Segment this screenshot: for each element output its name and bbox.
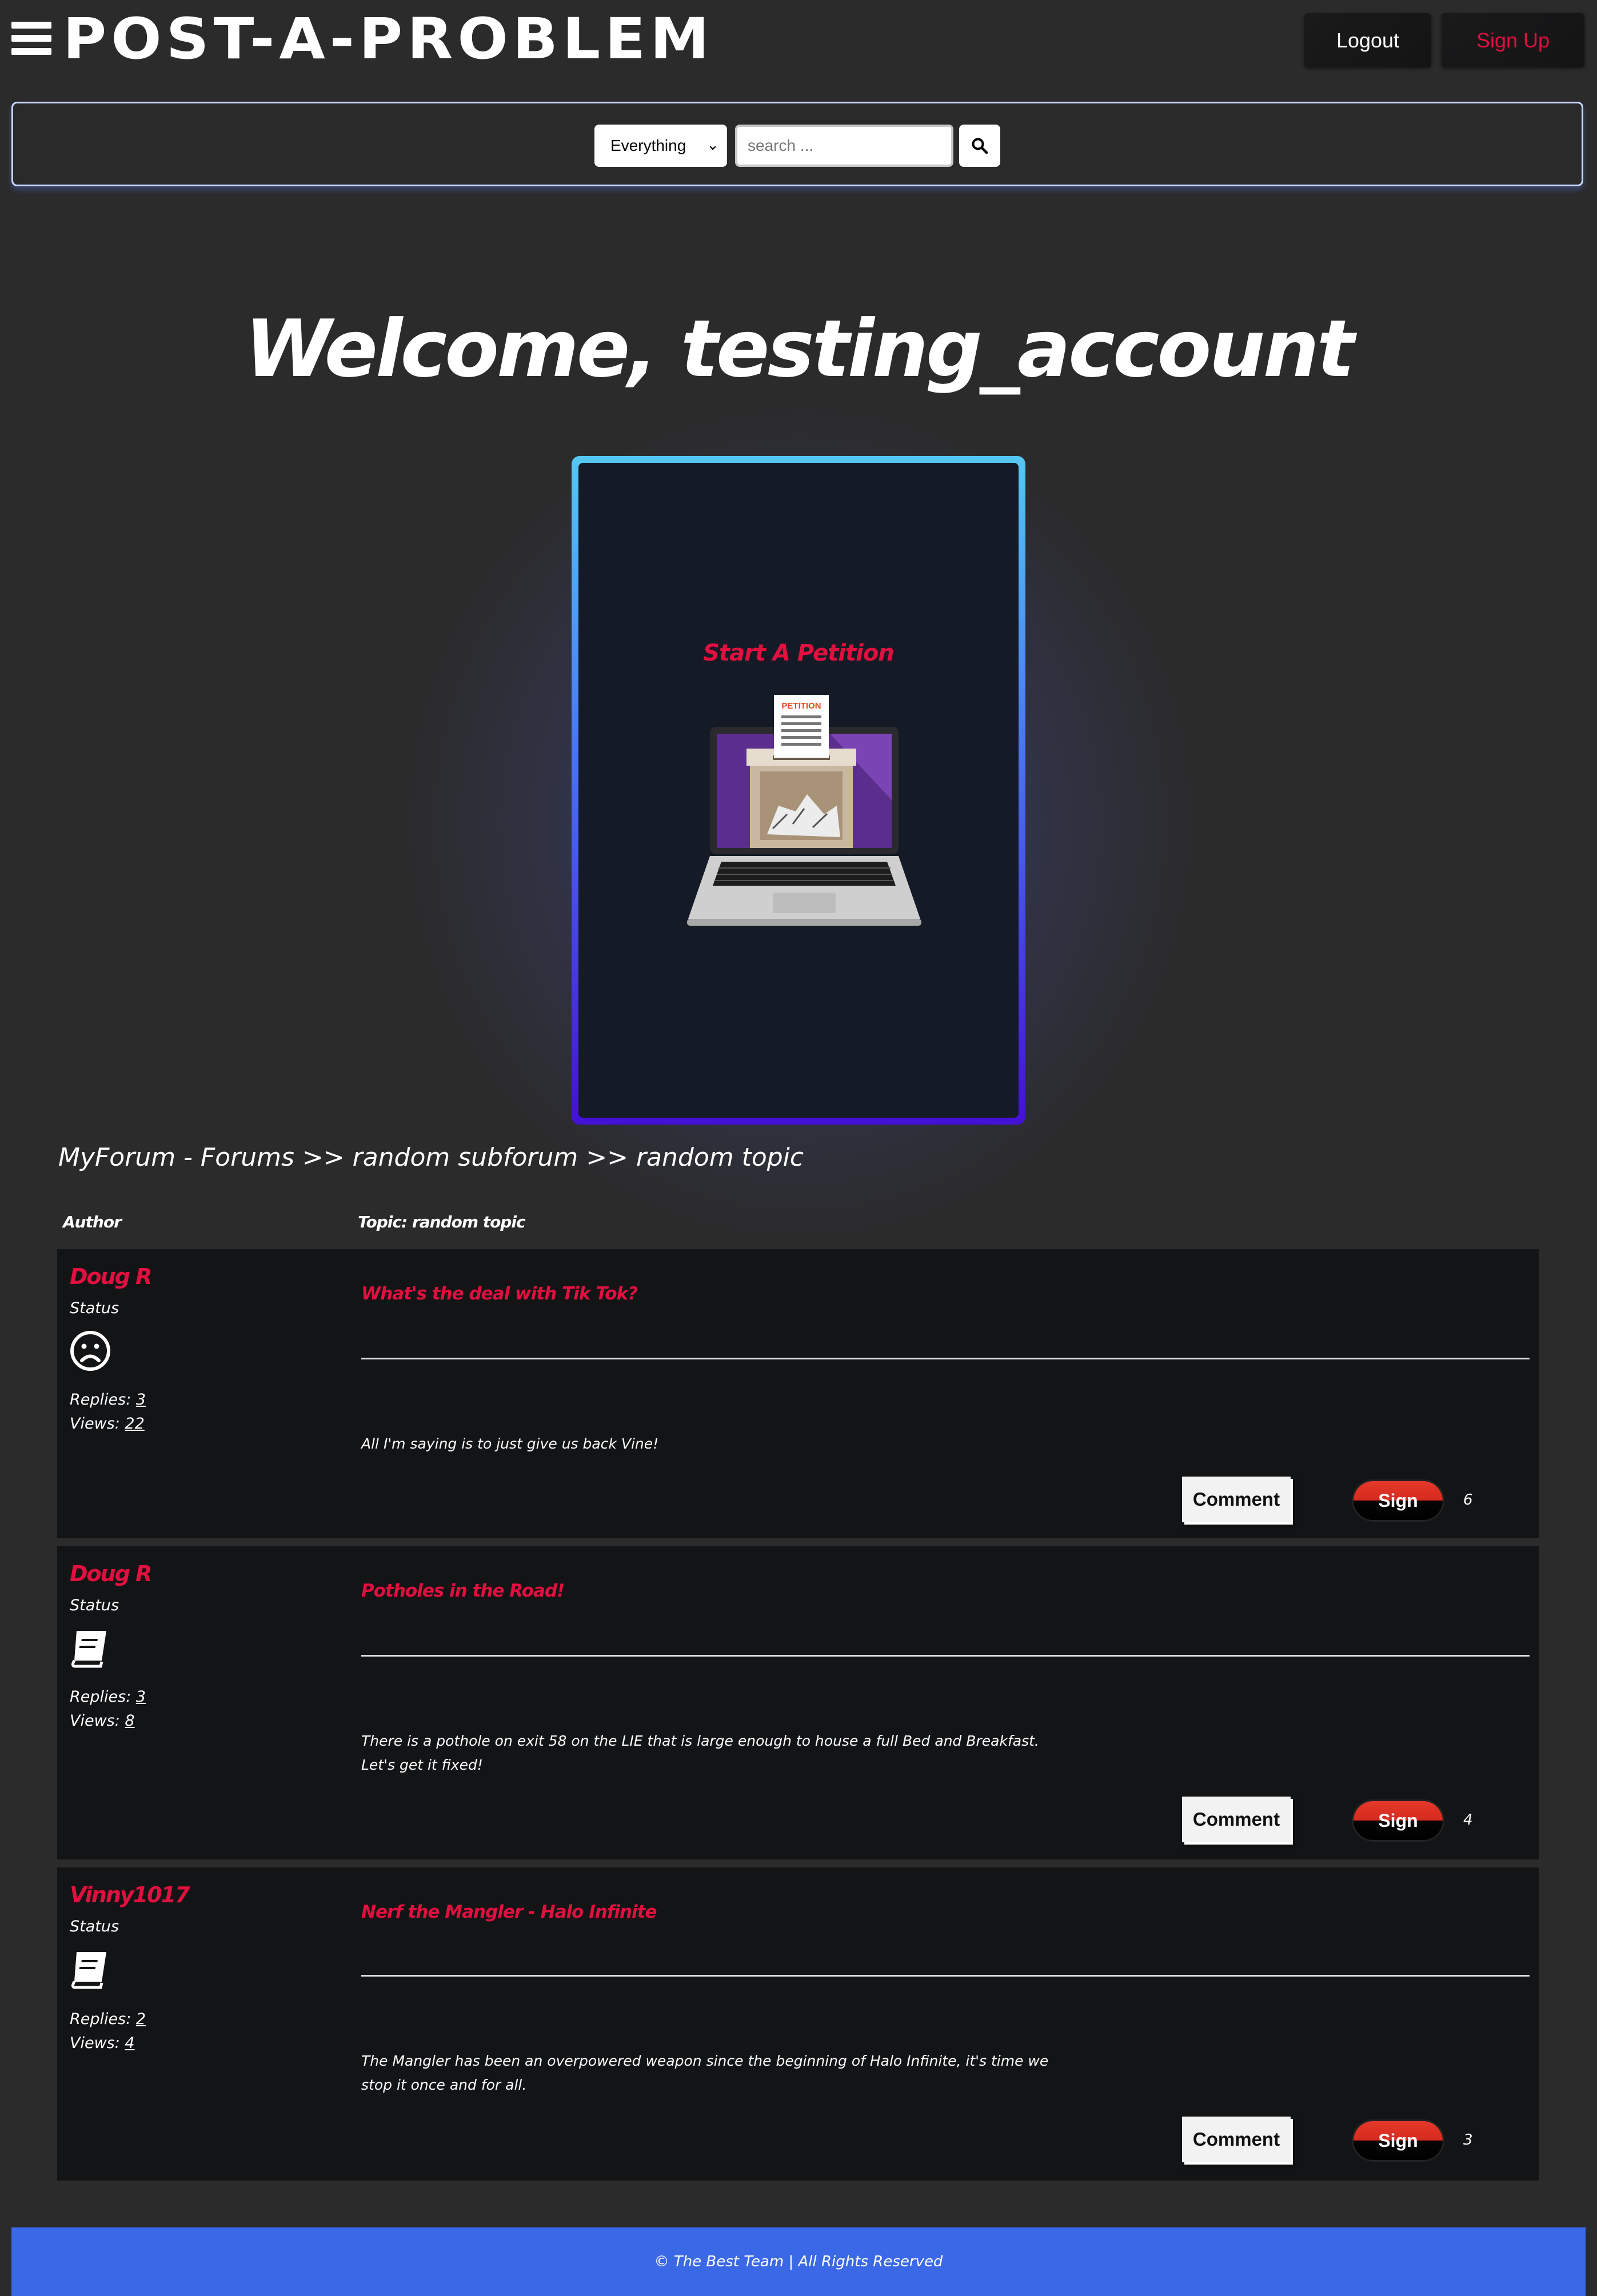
logout-button[interactable]: Logout (1304, 13, 1431, 67)
forum-post: Vinny1017 Status Replies: 2 Views: 4 Ner… (57, 1867, 1539, 2181)
post-views-label: Views: (70, 2034, 125, 2052)
post-replies-count[interactable]: 3 (136, 1391, 146, 1409)
post-replies-label: Replies: (70, 2010, 136, 2028)
post-replies-label: Replies: (70, 1391, 136, 1409)
author-column-header: Author (63, 1213, 122, 1231)
post-views-count[interactable]: 22 (125, 1415, 144, 1433)
post-divider (361, 1358, 1530, 1359)
comment-button[interactable]: Comment (1182, 2117, 1291, 2162)
post-views: Views: 4 (70, 2034, 135, 2052)
search-icon (972, 138, 988, 154)
post-author-status: Status (70, 1597, 119, 1614)
post-divider (361, 1655, 1530, 1657)
book-icon (71, 1631, 106, 1668)
chevron-down-icon: ⌄ (706, 136, 719, 153)
post-views-label: Views: (70, 1712, 125, 1730)
signature-count: 3 (1463, 2131, 1473, 2149)
post-views-count[interactable]: 4 (125, 2034, 134, 2052)
start-petition-title: Start A Petition (703, 640, 895, 666)
post-author[interactable]: Doug R (70, 1264, 152, 1289)
post-body: All I'm saying is to just give us back V… (361, 1435, 659, 1452)
post-author-status: Status (70, 1299, 119, 1317)
comment-button[interactable]: Comment (1182, 1797, 1291, 1842)
post-replies: Replies: 3 (70, 1391, 146, 1409)
signature-count: 4 (1463, 1811, 1473, 1829)
sign-button[interactable]: Sign (1354, 1481, 1443, 1520)
footer: © The Best Team | All Rights Reserved (11, 2227, 1586, 2296)
start-petition-card-body: Start A Petition PETITION (578, 463, 1019, 1118)
post-body: There is a pothole on exit 58 on the LIE… (361, 1733, 1039, 1773)
post-author-status: Status (70, 1918, 119, 1935)
sad-face-icon (70, 1331, 110, 1371)
forum-post: Doug R Status Replies: 3 Views: 8 Pothol… (57, 1546, 1539, 1859)
sign-button[interactable]: Sign (1354, 2121, 1443, 2160)
post-title[interactable]: Nerf the Mangler - Halo Infinite (361, 1902, 657, 1922)
post-title[interactable]: Potholes in the Road! (361, 1581, 565, 1601)
post-views: Views: 8 (70, 1712, 135, 1730)
post-author[interactable]: Doug R (70, 1561, 152, 1586)
search-scope-value: Everything (610, 137, 686, 154)
post-views-count[interactable]: 8 (125, 1712, 134, 1730)
post-title[interactable]: What's the deal with Tik Tok? (361, 1283, 638, 1304)
post-divider (361, 1975, 1530, 1977)
comment-button[interactable]: Comment (1182, 1477, 1291, 1522)
topic-column-header: Topic: random topic (358, 1213, 526, 1231)
post-replies: Replies: 2 (70, 2010, 146, 2028)
post-views: Views: 22 (70, 1415, 145, 1433)
post-replies: Replies: 3 (70, 1688, 146, 1706)
post-body: The Mangler has been an overpowered weap… (361, 2053, 1049, 2093)
post-replies-label: Replies: (70, 1688, 136, 1706)
menu-hamburger-icon[interactable] (11, 22, 51, 55)
breadcrumb[interactable]: MyForum - Forums >> random subforum >> r… (58, 1143, 804, 1172)
post-replies-count[interactable]: 2 (136, 2010, 146, 2028)
start-petition-card[interactable]: Start A Petition PETITION (572, 456, 1025, 1125)
petition-laptop-icon: PETITION (687, 695, 921, 926)
sign-button[interactable]: Sign (1354, 1801, 1443, 1840)
search-input[interactable]: search ... (735, 125, 953, 167)
search-scope-select[interactable]: Everything ⌄ (594, 125, 727, 167)
signup-button[interactable]: Sign Up (1442, 13, 1584, 67)
post-views-label: Views: (70, 1415, 125, 1433)
petition-paper-label: PETITION (781, 701, 821, 711)
search-button[interactable] (959, 125, 1000, 167)
welcome-heading: Welcome, testing_account (245, 303, 1355, 395)
book-icon (71, 1952, 106, 1989)
signature-count: 6 (1463, 1491, 1473, 1509)
post-author[interactable]: Vinny1017 (70, 1882, 190, 1907)
site-logo: POST-A-PROBLEM (63, 6, 714, 72)
forum-post: Doug R Status Replies: 3 Views: 22 What'… (57, 1249, 1539, 1538)
post-replies-count[interactable]: 3 (136, 1688, 146, 1706)
